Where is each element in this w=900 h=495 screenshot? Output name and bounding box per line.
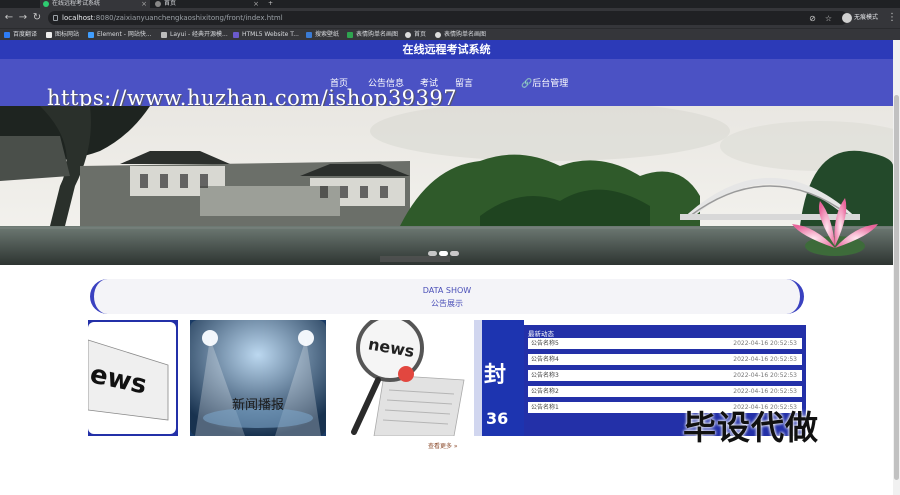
address-bar-row: ← → ↻ localhost:8080/zaixianyuanchengkao… xyxy=(0,8,900,28)
panel-title: 最新动态 xyxy=(528,330,554,338)
forward-icon[interactable]: → xyxy=(17,11,29,25)
avatar xyxy=(842,13,852,23)
newspaper-image: ews xyxy=(88,322,176,434)
close-icon[interactable]: × xyxy=(141,0,147,8)
bookmarks-bar: 百度翻译 图标网站 Element - 网站快... Layui - 经典开源模… xyxy=(0,28,900,40)
banner-scenery-image xyxy=(0,106,893,265)
back-icon[interactable]: ← xyxy=(3,11,15,25)
stage-spotlight-image xyxy=(190,320,326,436)
scrollbar-thumb[interactable] xyxy=(894,95,899,480)
blue-poster-image: 封 36 xyxy=(474,320,524,436)
overlay-watermark-text: 毕设代做 xyxy=(683,408,819,447)
info-icon xyxy=(53,15,58,21)
section-title-en: DATA SHOW xyxy=(422,286,472,295)
notice-section-header: DATA SHOW 公告展示 xyxy=(90,279,804,314)
list-item[interactable]: 公告名称3 2022-04-16 20:52:53 xyxy=(528,370,802,381)
list-item[interactable]: 公告名称4 2022-04-16 20:52:53 xyxy=(528,354,802,365)
news-card[interactable]: ews xyxy=(88,320,178,436)
magnifier-news-image: news xyxy=(351,320,465,436)
banner-carousel[interactable] xyxy=(0,106,893,265)
view-more-link[interactable]: 查看更多 » xyxy=(428,441,458,450)
section-title-cn: 公告展示 xyxy=(431,299,463,308)
link-icon: 🔗 xyxy=(521,79,533,89)
page-scrollbar[interactable] xyxy=(893,40,900,495)
site-title: 在线远程考试系统 xyxy=(402,43,491,56)
tab-label: 首页 xyxy=(164,0,177,7)
card-caption: 新闻播报 xyxy=(231,398,284,413)
vue-favicon-icon xyxy=(43,1,49,7)
nav-message[interactable]: 留言 xyxy=(455,76,473,89)
news-card[interactable]: 封 36 xyxy=(474,320,524,436)
nav-admin[interactable]: 🔗后台管理 xyxy=(521,76,568,89)
url-input[interactable]: localhost:8080/zaixianyuanchengkaoshixit… xyxy=(48,11,848,25)
menu-icon[interactable]: ⋮ xyxy=(886,11,898,25)
news-card[interactable]: news xyxy=(334,320,474,436)
new-tab-button[interactable]: + xyxy=(266,0,278,8)
page-viewport: 在线远程考试系统 首页 公告信息 考试 留言 🔗后台管理 https://www… xyxy=(0,40,893,495)
svg-text:36: 36 xyxy=(486,409,508,428)
profile-label: 无痕模式 xyxy=(854,14,879,21)
news-card[interactable]: 新闻播报 xyxy=(190,320,326,436)
tab-exam-system[interactable]: 在线远程考试系统 × xyxy=(40,0,150,8)
list-item[interactable]: 公告名称5 2022-04-16 20:52:53 xyxy=(528,338,802,349)
tab-label: 在线远程考试系统 xyxy=(52,0,101,7)
url-text: localhost:8080/zaixianyuanchengkaoshixit… xyxy=(62,14,283,22)
star-icon[interactable]: ☆ xyxy=(824,14,833,23)
carousel-dot[interactable] xyxy=(450,251,459,256)
carousel-dot[interactable] xyxy=(439,251,448,256)
close-icon[interactable]: × xyxy=(253,0,259,8)
profile-button[interactable]: 无痕模式 xyxy=(842,11,878,25)
site-header: 在线远程考试系统 xyxy=(0,40,893,59)
tab-home[interactable]: 首页 × xyxy=(152,0,262,8)
main-nav: 首页 公告信息 考试 留言 🔗后台管理 https://www.huzhan.c… xyxy=(0,59,893,110)
reload-icon[interactable]: ↻ xyxy=(31,11,43,25)
globe-icon xyxy=(155,1,161,7)
carousel-dot[interactable] xyxy=(428,251,437,256)
svg-text:封: 封 xyxy=(484,363,506,388)
list-item[interactable]: 公告名称2 2022-04-16 20:52:53 xyxy=(528,386,802,397)
eye-off-icon[interactable]: ⊘ xyxy=(808,14,817,23)
browser-tab-strip: 在线远程考试系统 × 首页 × + xyxy=(0,0,900,8)
